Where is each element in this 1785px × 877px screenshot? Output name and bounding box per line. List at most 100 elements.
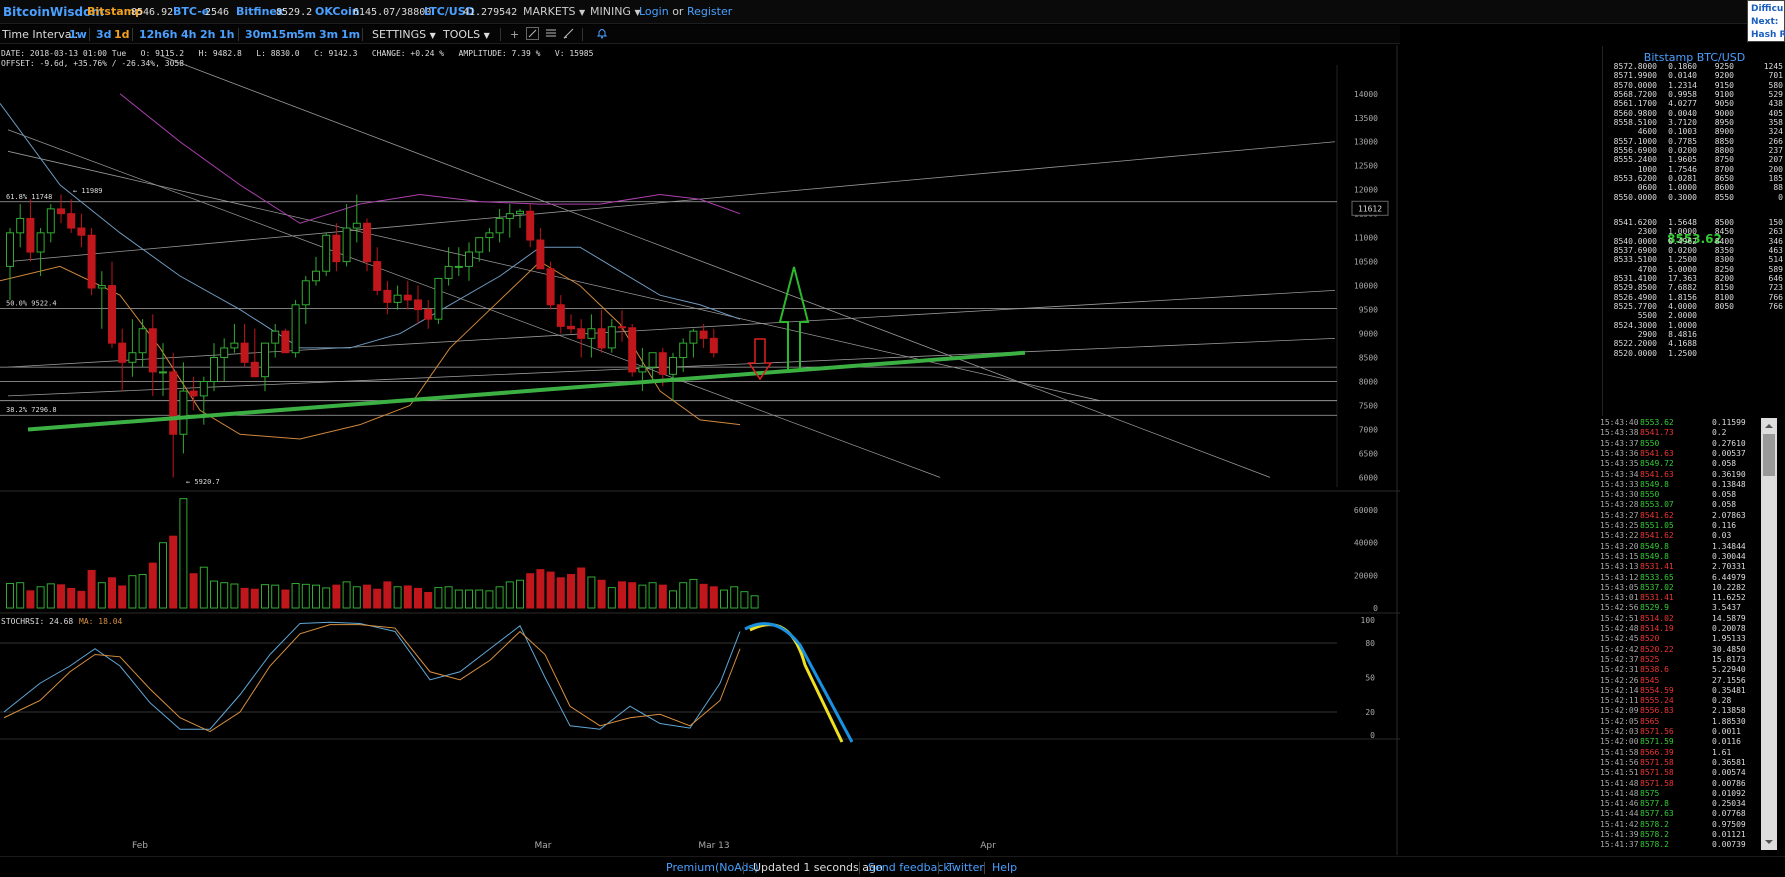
divider xyxy=(89,28,90,41)
interval-30m[interactable]: 30m xyxy=(245,28,272,41)
trade-cell: 8550 xyxy=(1640,490,1660,500)
trade-row: 15:42:03 8571.56 0.0011 xyxy=(1598,727,1766,737)
orderbook-cell: 88 xyxy=(1773,183,1783,193)
volume-bar xyxy=(291,583,300,609)
trade-cell: 0.058 xyxy=(1712,490,1737,500)
trade-cell: 1.88530 xyxy=(1712,716,1746,726)
orderbook-cell: 2.0000 xyxy=(1668,311,1697,321)
volume-bar xyxy=(648,582,657,609)
markets-menu[interactable]: MARKETS ▼ xyxy=(523,5,585,18)
scroll-thumb[interactable] xyxy=(1763,434,1775,476)
interval-3m[interactable]: 3m xyxy=(319,28,338,41)
stochrsi-ma-value: MA: 18.04 xyxy=(79,617,123,626)
trade-cell: 15:43:30 xyxy=(1600,490,1639,500)
register-link[interactable]: Register xyxy=(687,5,732,18)
trade-cell: 10.2282 xyxy=(1712,582,1746,592)
interval-1h[interactable]: 1h xyxy=(219,28,235,41)
volume-bar xyxy=(720,589,728,609)
candle-body xyxy=(567,325,575,330)
candle-body xyxy=(240,342,249,363)
candle-body xyxy=(128,352,137,363)
crosshair-tool-icon[interactable]: + xyxy=(510,28,519,41)
interval-4h[interactable]: 4h xyxy=(181,28,197,41)
trade-cell: 0.97509 xyxy=(1712,819,1746,829)
trade-cell: 2.70331 xyxy=(1712,562,1746,572)
mining-label: MINING xyxy=(590,5,631,18)
orderbook-cell: 8526.4900 xyxy=(1613,292,1657,302)
fib-label: 38.2% 7296.8 xyxy=(6,406,57,414)
orderbook-cell: 2900 xyxy=(1637,329,1657,339)
candle-body xyxy=(454,265,463,268)
settings-menu[interactable]: SETTINGS ▼ xyxy=(372,28,436,41)
trade-cell: 0.03 xyxy=(1712,531,1732,541)
interval-12h[interactable]: 12h xyxy=(139,28,162,41)
volume-bar xyxy=(169,535,178,609)
orderbook-cell: 9250 xyxy=(1714,62,1734,71)
fib-tool-icon[interactable] xyxy=(545,27,557,42)
candle-body xyxy=(332,234,341,263)
volume-bar xyxy=(271,584,280,609)
price-chart[interactable]: 1400013500130001250012000115001100010500… xyxy=(0,45,1400,855)
trade-row: 15:42:37 8525 15.8173 xyxy=(1598,655,1766,665)
trade-row: 15:42:14 8554.59 0.35481 xyxy=(1598,686,1766,696)
orderbook-cell: 0.0281 xyxy=(1668,173,1697,183)
interval-15m[interactable]: 15m xyxy=(271,28,298,41)
volume-bar xyxy=(148,562,157,609)
orderbook-cell: 0.0200 xyxy=(1668,145,1697,155)
volume-bar xyxy=(505,581,514,609)
candle-body xyxy=(6,232,14,267)
line-tool-icon[interactable] xyxy=(526,27,539,40)
volume-bar xyxy=(699,583,708,609)
orderbook-cell: 1.7546 xyxy=(1668,164,1697,174)
trade-cell: 14.5879 xyxy=(1712,613,1746,623)
exchange-btce[interactable]: BTC-e xyxy=(173,5,209,18)
scroll-up-icon[interactable] xyxy=(1761,420,1777,432)
divider xyxy=(743,862,744,874)
volume-bar xyxy=(301,583,310,609)
candle-body xyxy=(118,342,127,363)
volume-bar xyxy=(475,589,484,609)
trade-history-scrollbar[interactable] xyxy=(1761,418,1777,850)
difficulty-panel[interactable]: Difficu Next: Hash R xyxy=(1747,0,1785,42)
premium-link[interactable]: Premium(NoAds) xyxy=(666,861,759,874)
orderbook-cell: 766 xyxy=(1768,292,1783,302)
twitter-link[interactable]: Twitter xyxy=(947,861,984,874)
interval-5m[interactable]: 5m xyxy=(297,28,316,41)
help-link[interactable]: Help xyxy=(992,861,1017,874)
trade-cell: 8550 xyxy=(1640,438,1660,448)
interval-1d[interactable]: 1d xyxy=(114,28,130,41)
volume-bar xyxy=(393,586,402,609)
orderbook-cell: 9200 xyxy=(1714,71,1734,81)
trade-cell: 8538.6 xyxy=(1640,665,1669,675)
trade-row: 15:43:36 8541.63 0.00537 xyxy=(1598,449,1766,459)
volume-bar xyxy=(199,566,208,609)
trade-cell: 8549.72 xyxy=(1640,459,1674,469)
divider xyxy=(938,862,939,874)
volume-bar xyxy=(597,579,606,609)
orderbook-cell: 200 xyxy=(1768,164,1783,174)
orderbook-cell: 3.7120 xyxy=(1668,117,1697,127)
scroll-down-icon[interactable] xyxy=(1761,836,1777,848)
price-axis-label: 8000 xyxy=(1359,378,1378,387)
next-label: Next: xyxy=(1751,17,1779,27)
trade-cell: 8514.02 xyxy=(1640,613,1674,623)
orderbook-cell: 263 xyxy=(1768,227,1783,237)
interval-3d[interactable]: 3d xyxy=(96,28,112,41)
trade-row: 15:43:05 8537.02 10.2282 xyxy=(1598,583,1766,593)
trade-cell: 8520.22 xyxy=(1640,644,1674,654)
interval-1m[interactable]: 1m xyxy=(341,28,360,41)
pen-tool-icon[interactable] xyxy=(563,27,575,42)
candle-body xyxy=(159,371,167,374)
bell-icon[interactable] xyxy=(596,27,608,42)
interval-2h[interactable]: 2h xyxy=(200,28,216,41)
trade-cell: 8577.63 xyxy=(1640,809,1674,819)
trade-cell: 6.44979 xyxy=(1712,572,1746,582)
login-link[interactable]: Login xyxy=(639,5,669,18)
mining-menu[interactable]: MINING ▼ xyxy=(590,5,641,18)
trend-line xyxy=(7,129,941,478)
candle-body xyxy=(414,299,422,311)
interval-6h[interactable]: 6h xyxy=(162,28,178,41)
tools-menu[interactable]: TOOLS ▼ xyxy=(443,28,490,41)
orderbook-cell: 8150 xyxy=(1714,283,1734,293)
interval-1w[interactable]: 1w xyxy=(69,28,87,41)
